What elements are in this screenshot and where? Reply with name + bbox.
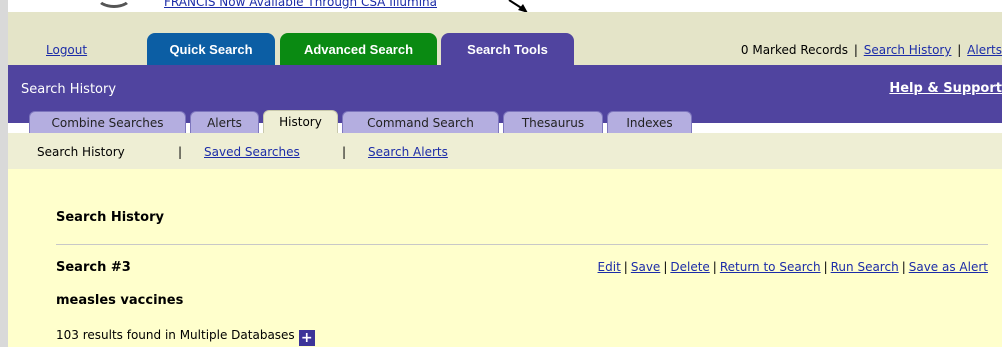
run-search-link[interactable]: Run Search bbox=[831, 260, 899, 274]
help-support-link[interactable]: Help & Support bbox=[889, 81, 1002, 96]
separator: | bbox=[623, 260, 628, 274]
banner-link[interactable]: FRANCIS Now Available Through CSA Illumi… bbox=[164, 0, 437, 9]
subnav-saved-searches[interactable]: Saved Searches bbox=[204, 145, 300, 159]
sub-navigation: Search History | Saved Searches | Search… bbox=[8, 133, 1002, 169]
top-right-links: 0 Marked Records | Search History | Aler… bbox=[741, 43, 1002, 57]
separator: | bbox=[901, 260, 906, 274]
top-banner: FRANCIS Now Available Through CSA Illumi… bbox=[8, 0, 1002, 12]
edit-link[interactable]: Edit bbox=[598, 260, 621, 274]
search-number: Search #3 bbox=[56, 260, 131, 275]
results-text: 103 results found in Multiple Databases bbox=[56, 328, 295, 342]
tab-quick-search[interactable]: Quick Search bbox=[147, 33, 275, 65]
separator: | bbox=[663, 260, 668, 274]
results-summary: 103 results found in Multiple Databases + bbox=[56, 328, 315, 346]
tab-search-tools[interactable]: Search Tools bbox=[441, 33, 574, 65]
section-title: Search History bbox=[21, 82, 117, 97]
top-tab-bar: Logout Quick Search Advanced Search Sear… bbox=[8, 12, 1002, 65]
plus-icon[interactable]: + bbox=[298, 330, 315, 346]
search-history-link[interactable]: Search History bbox=[864, 43, 952, 57]
tab-advanced-search[interactable]: Advanced Search bbox=[280, 33, 437, 65]
subtab-history[interactable]: History bbox=[263, 110, 338, 133]
left-frame bbox=[0, 0, 8, 347]
page-title: Search History bbox=[56, 210, 164, 225]
save-link[interactable]: Save bbox=[631, 260, 660, 274]
subtab-thesaurus[interactable]: Thesaurus bbox=[503, 111, 603, 133]
logout-link[interactable]: Logout bbox=[46, 43, 87, 57]
delete-link[interactable]: Delete bbox=[670, 260, 709, 274]
separator: | bbox=[853, 43, 858, 57]
save-as-alert-link[interactable]: Save as Alert bbox=[909, 260, 988, 274]
subnav-search-history: Search History bbox=[37, 145, 125, 159]
arrow-pointer-icon bbox=[508, 0, 528, 12]
subtab-alerts[interactable]: Alerts bbox=[190, 111, 259, 133]
separator: | bbox=[178, 145, 183, 159]
subtab-command-search[interactable]: Command Search bbox=[342, 111, 499, 133]
search-query: measles vaccines bbox=[56, 293, 184, 308]
separator: | bbox=[823, 260, 828, 274]
subtab-combine-searches[interactable]: Combine Searches bbox=[29, 111, 186, 133]
separator: | bbox=[712, 260, 717, 274]
content-panel: Search History Search #3 Edit | Save | Delet… bbox=[8, 169, 1002, 347]
separator: | bbox=[342, 145, 347, 159]
alerts-link[interactable]: Alerts bbox=[967, 43, 1002, 57]
search-actions: Edit | Save | Delete | Return to Search | Run Se… bbox=[598, 260, 988, 274]
subtab-indexes[interactable]: Indexes bbox=[607, 111, 692, 133]
logo-icon bbox=[96, 0, 132, 8]
divider bbox=[56, 244, 988, 245]
marked-records-count: 0 Marked Records bbox=[740, 43, 849, 57]
subnav-search-alerts[interactable]: Search Alerts bbox=[368, 145, 448, 159]
separator: | bbox=[957, 43, 962, 57]
return-to-search-link[interactable]: Return to Search bbox=[720, 260, 821, 274]
